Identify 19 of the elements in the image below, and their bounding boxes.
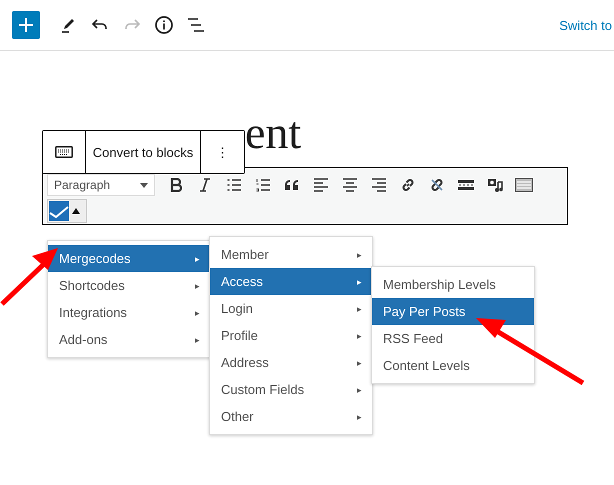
menu-item[interactable]: Pay Per Posts [372,298,534,325]
plus-icon [19,18,33,32]
add-block-button[interactable] [12,11,40,39]
post-title[interactable]: ent [245,107,302,158]
format-select[interactable]: Paragraph [47,174,155,196]
switch-link[interactable]: Switch to [559,18,614,32]
dropdown-caret-icon [140,182,148,188]
menu-item[interactable]: RSS Feed [372,325,534,352]
menu-item[interactable]: Mergecodes ▸ [48,245,210,272]
caret-icon [72,208,80,214]
menu-item[interactable]: Membership Levels [372,271,534,298]
mergecode-button[interactable] [47,199,87,223]
menu-item[interactable]: Content Levels [372,352,534,379]
keyboard-icon[interactable] [43,131,86,173]
arrow-drawing [0,248,58,306]
menu-item[interactable]: Custom Fields ▸ [210,376,372,403]
menu-item[interactable]: Access ▸ [210,268,372,295]
menu-item[interactable]: Other ▸ [210,403,372,430]
menu-item[interactable]: Member ▸ [210,241,372,268]
